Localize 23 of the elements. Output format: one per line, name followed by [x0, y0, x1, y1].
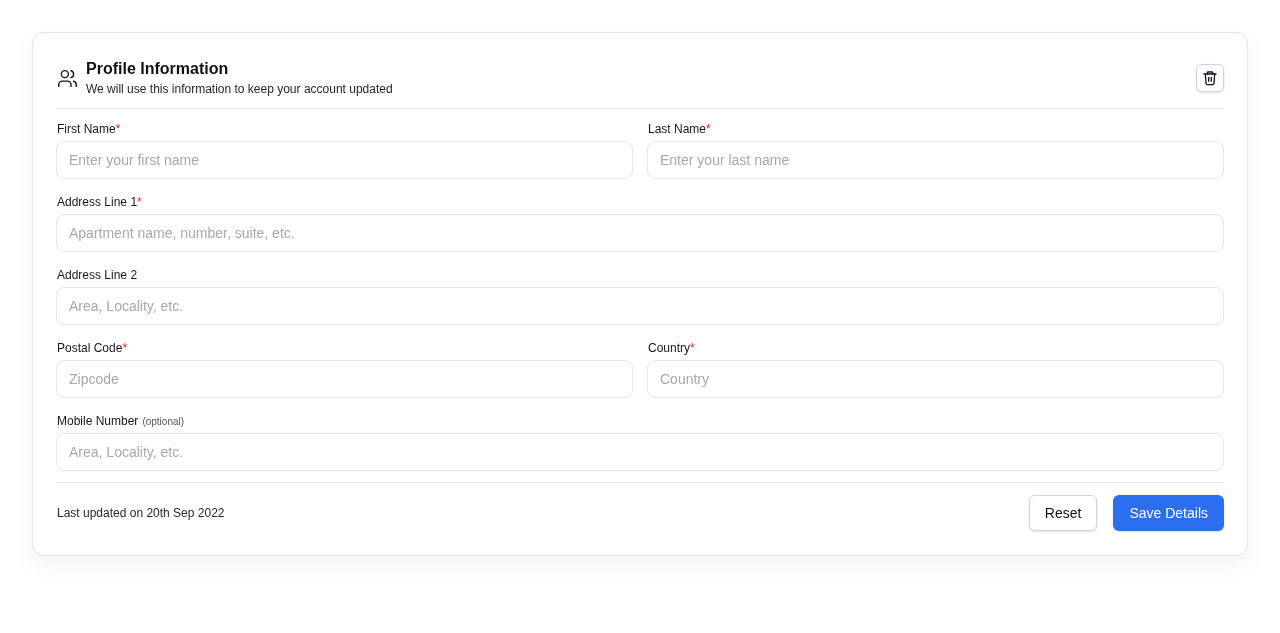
text-field[interactable]: Area, Locality, etc.: [56, 287, 1224, 325]
text-field[interactable]: Country: [647, 360, 1224, 398]
save-button[interactable]: Save Details: [1113, 495, 1224, 531]
text-field[interactable]: Area, Locality, etc.: [56, 433, 1224, 471]
reset-button[interactable]: Reset: [1028, 495, 1098, 531]
field-label: Mobile Number: [57, 413, 139, 429]
text-field[interactable]: Apartment name, number, suite, etc.: [56, 214, 1224, 252]
text-field[interactable]: Enter your first name: [56, 141, 633, 179]
field-label: Address Line 1*: [57, 194, 142, 210]
field-label: First Name*: [57, 121, 121, 137]
optional-note: (optional): [142, 415, 185, 429]
field-label: Address Line 2: [57, 267, 138, 283]
text-field[interactable]: Enter your last name: [647, 141, 1224, 179]
trash-icon: [1202, 70, 1218, 86]
last-updated-text: Last updated on 20th Sep 2022: [57, 505, 225, 521]
delete-button[interactable]: [1196, 64, 1224, 92]
field-label: Last Name*: [648, 121, 711, 137]
users-icon: [57, 67, 78, 89]
card-subtitle: We will use this information to keep your account updated: [86, 81, 393, 97]
field-label: Country*: [648, 340, 695, 356]
card-title: Profile Information: [86, 59, 230, 79]
field-label: Postal Code*: [57, 340, 128, 356]
text-field[interactable]: Zipcode: [56, 360, 633, 398]
